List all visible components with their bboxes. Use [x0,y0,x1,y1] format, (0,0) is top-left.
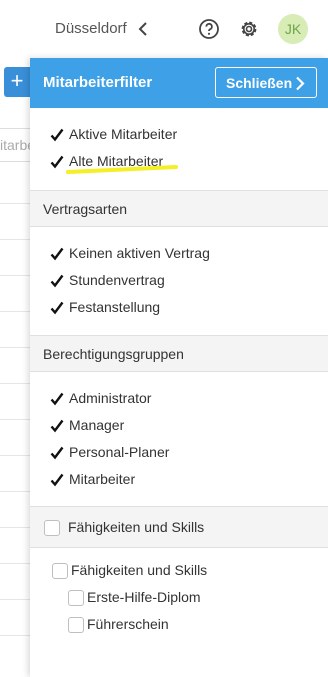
checkbox-label: Personal-Planer [69,444,170,460]
checkbox-label: Administrator [69,390,152,406]
checkbox-label: Stundenvertrag [69,272,165,288]
search-input[interactable]: itarbe [0,128,30,162]
table-row-divider [0,347,30,348]
section-heading-text: Fähigkeiten und Skills [68,519,205,535]
checkmark-icon [50,155,64,169]
checkmark-icon [50,274,64,288]
checkbox-label: Führerschein [87,616,169,632]
checkbox-label: Manager [69,417,125,433]
employee-filter-panel: Mitarbeiterfilter Schließen Aktive Mitar… [30,58,328,677]
checkmark-icon [50,301,64,315]
table-row-divider [0,527,30,528]
panel-title: Mitarbeiterfilter [43,74,153,91]
table-row-divider [0,311,30,312]
skills-filter-list: Fähigkeiten und Skills Erste-Hilfe-Diplo… [30,548,328,677]
checkbox-label: Aktive Mitarbeiter [69,126,178,142]
status-filter-list: Aktive Mitarbeiter Alte Mitarbeiter [30,108,328,190]
table-row-divider [0,383,30,384]
section-heading-skills: Fähigkeiten und Skills [30,506,328,548]
chevron-left-icon[interactable] [136,21,150,37]
checkmark-icon [50,473,64,487]
search-placeholder: itarbe [0,137,30,153]
checkbox-empty [68,590,84,606]
checkbox-empty [52,563,68,579]
add-button[interactable]: + [4,67,30,97]
checkbox-label: Keinen aktiven Vertrag [69,245,210,261]
help-icon[interactable] [198,18,220,40]
chevron-right-icon [296,76,305,91]
checkbox-label: Fähigkeiten und Skills [71,562,208,578]
checkbox-label: Festanstellung [69,299,161,315]
table-row-divider [0,635,30,636]
section-heading-text: Berechtigungsgruppen [43,346,184,362]
table-row-divider [0,563,30,564]
checkmark-icon [50,392,64,406]
checkbox-empty [68,617,84,633]
table-row-divider [0,599,30,600]
table-row-divider [0,239,30,240]
section-heading-text: Vertragsarten [43,201,128,217]
checkmark-icon [50,247,64,261]
panel-header: Mitarbeiterfilter Schließen [30,58,328,108]
section-heading-permissions: Berechtigungsgruppen [30,335,328,372]
checkbox-label: Erste-Hilfe-Diplom [87,589,201,605]
gear-icon[interactable] [238,18,260,40]
close-button[interactable]: Schließen [215,67,317,98]
permission-filter-list: Administrator Manager Personal-Planer Mi… [30,372,328,506]
contract-filter-list: Keinen aktiven Vertrag Stundenvertrag Fe… [30,227,328,335]
highlight-annotation [66,165,178,174]
section-heading-contracts: Vertragsarten [30,190,328,227]
table-row-divider [0,455,30,456]
table-row-divider [0,275,30,276]
top-header: Düsseldorf JK [0,0,328,58]
checkmark-icon [50,419,64,433]
avatar[interactable]: JK [278,14,308,44]
checkbox-label: Mitarbeiter [69,471,136,487]
table-row-divider [0,491,30,492]
table-row-divider [0,203,30,204]
checkmark-icon [50,446,64,460]
close-button-label: Schließen [226,75,293,91]
location-label[interactable]: Düsseldorf [55,20,127,37]
checkbox-empty [44,520,60,536]
table-row-divider [0,419,30,420]
checkmark-icon [50,128,64,142]
